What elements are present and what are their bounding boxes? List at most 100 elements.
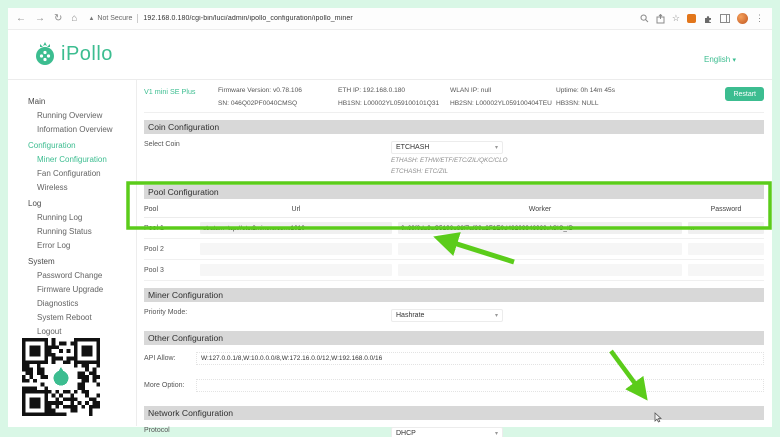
coin-configuration-header: Coin Configuration [144, 120, 764, 134]
wallet-extension-icon[interactable] [687, 14, 696, 23]
screenshot-frame: ← → ↻ ⌂ ▲ Not Secure 192.168.0.180/cgi-b… [0, 0, 780, 437]
sidebar-section-main: Main [28, 97, 136, 106]
pool1-label: Pool 1 [144, 225, 194, 232]
device-info-bar: V1 mini SE Plus Firmware Version: v0.78.… [144, 80, 764, 113]
sidebar-item-running-overview[interactable]: Running Overview [28, 111, 136, 120]
hb2-serial: HB2SN: L00002YL059100404TEU [450, 100, 556, 107]
sidebar-item-miner-configuration[interactable]: Miner Configuration [28, 155, 136, 164]
select-coin-label: Select Coin [144, 141, 391, 176]
miner-configuration-header: Miner Configuration [144, 288, 764, 302]
pool-table-header-row: Pool Url Worker Password [144, 201, 764, 218]
sidebar-item-system-reboot[interactable]: System Reboot [28, 313, 136, 322]
coin-help-line-1: ETHASH: ETHW/ETF/ETC/ZIL/QKC/CLO [391, 156, 508, 165]
serial-number: SN: 046Q02PF0040CMSQ [218, 100, 338, 107]
network-configuration-header: Network Configuration [144, 406, 764, 420]
browser-toolbar: ← → ↻ ⌂ ▲ Not Secure 192.168.0.180/cgi-b… [8, 8, 772, 30]
qr-code [22, 338, 100, 416]
pool3-worker-input[interactable] [398, 264, 682, 276]
address-bar[interactable]: ▲ Not Secure 192.168.0.180/cgi-bin/luci/… [88, 11, 629, 26]
app-header: iPollo English ▾ [8, 30, 772, 80]
chevron-down-icon: ▾ [495, 144, 498, 151]
coin-select[interactable]: ETCHASH ▾ [391, 141, 503, 154]
eth-ip: ETH IP: 192.168.0.180 [338, 87, 450, 94]
not-secure-label: Not Secure [97, 15, 132, 22]
side-panel-icon[interactable] [720, 14, 730, 23]
sidebar-section-system: System [28, 257, 136, 266]
pool2-password-input[interactable] [688, 243, 764, 255]
forward-icon[interactable]: → [35, 14, 45, 24]
sidebar-item-error-log[interactable]: Error Log [28, 241, 136, 250]
protocol-label: Protocol [144, 427, 391, 437]
table-row-pool3: Pool 3 [144, 260, 764, 281]
pool1-url-input[interactable] [200, 222, 392, 234]
sidebar-item-information-overview[interactable]: Information Overview [28, 125, 136, 134]
sidebar-section-configuration: Configuration [28, 141, 136, 150]
protocol-select[interactable]: DHCP ▾ [391, 427, 503, 437]
url-text: 192.168.0.180/cgi-bin/luci/admin/ipollo_… [143, 15, 352, 22]
sidebar-item-fan-configuration[interactable]: Fan Configuration [28, 169, 136, 178]
sidebar-item-wireless[interactable]: Wireless [28, 183, 136, 192]
other-configuration-header: Other Configuration [144, 331, 764, 345]
bookmark-star-icon[interactable]: ☆ [672, 14, 680, 23]
browser-menu-icon[interactable]: ⋮ [755, 14, 764, 23]
pool2-url-input[interactable] [200, 243, 392, 255]
home-icon[interactable]: ⌂ [71, 14, 77, 24]
more-option-label: More Option: [144, 382, 196, 389]
sidebar-item-running-log[interactable]: Running Log [28, 213, 136, 222]
protocol-value: DHCP [396, 430, 416, 437]
col-worker: Worker [398, 206, 682, 213]
table-row-pool1: Pool 1 [144, 218, 764, 239]
sidebar: Main Running Overview Information Overvi… [8, 80, 137, 426]
coin-select-value: ETCHASH [396, 144, 429, 151]
hb1-serial: HB1SN: L00002YL059100101Q31 [338, 100, 450, 107]
uptime: Uptime: 0h 14m 45s [556, 87, 684, 94]
sidebar-item-diagnostics[interactable]: Diagnostics [28, 299, 136, 308]
profile-avatar[interactable] [737, 13, 748, 24]
ipollo-logo: iPollo [34, 41, 113, 67]
hb3-serial: HB3SN: NULL [556, 100, 684, 107]
not-secure-warning-icon: ▲ [88, 16, 94, 22]
api-allow-label: API Allow: [144, 355, 196, 362]
chevron-down-icon: ▾ [732, 57, 736, 64]
priority-mode-select[interactable]: Hashrate ▾ [391, 309, 503, 322]
omnibox-divider [137, 14, 138, 23]
chevron-down-icon: ▾ [495, 430, 498, 437]
pool2-worker-input[interactable] [398, 243, 682, 255]
col-pool: Pool [144, 206, 194, 213]
back-icon[interactable]: ← [16, 14, 26, 24]
more-option-input[interactable] [196, 379, 764, 392]
pineapple-logo-icon [34, 41, 56, 67]
firmware-version: Firmware Version: v0.78.106 [218, 87, 338, 94]
share-icon[interactable] [656, 14, 665, 24]
wlan-ip: WLAN IP: null [450, 87, 556, 94]
language-label: English [704, 55, 730, 64]
language-selector[interactable]: English ▾ [704, 55, 736, 64]
api-allow-input[interactable] [196, 352, 764, 365]
priority-mode-label: Priority Mode: [144, 309, 391, 322]
pool2-label: Pool 2 [144, 246, 194, 253]
coin-help-line-2: ETCHASH: ETC/ZIL [391, 167, 508, 176]
pool3-label: Pool 3 [144, 267, 194, 274]
browser-window: ← → ↻ ⌂ ▲ Not Secure 192.168.0.180/cgi-b… [8, 8, 772, 427]
pool3-password-input[interactable] [688, 264, 764, 276]
extensions-puzzle-icon[interactable] [703, 14, 713, 24]
priority-mode-value: Hashrate [396, 312, 424, 319]
sidebar-item-firmware-upgrade[interactable]: Firmware Upgrade [28, 285, 136, 294]
pool3-url-input[interactable] [200, 264, 392, 276]
sidebar-item-password-change[interactable]: Password Change [28, 271, 136, 280]
col-url: Url [200, 206, 392, 213]
pool-table: Pool Url Worker Password Pool 1 Pool 2 [144, 201, 764, 281]
device-model: V1 mini SE Plus [144, 87, 218, 107]
pool1-worker-input[interactable] [398, 222, 682, 234]
reload-icon[interactable]: ↻ [54, 14, 62, 24]
pool-configuration-header: Pool Configuration [144, 185, 764, 199]
restart-button[interactable]: Restart [725, 87, 764, 101]
sidebar-item-logout[interactable]: Logout [28, 327, 136, 336]
sidebar-item-running-status[interactable]: Running Status [28, 227, 136, 236]
pool1-password-input[interactable] [688, 222, 764, 234]
sidebar-section-log: Log [28, 199, 136, 208]
col-password: Password [688, 206, 764, 213]
brand-name: iPollo [61, 43, 113, 66]
main-content: V1 mini SE Plus Firmware Version: v0.78.… [137, 80, 772, 426]
search-icon[interactable] [640, 14, 649, 23]
